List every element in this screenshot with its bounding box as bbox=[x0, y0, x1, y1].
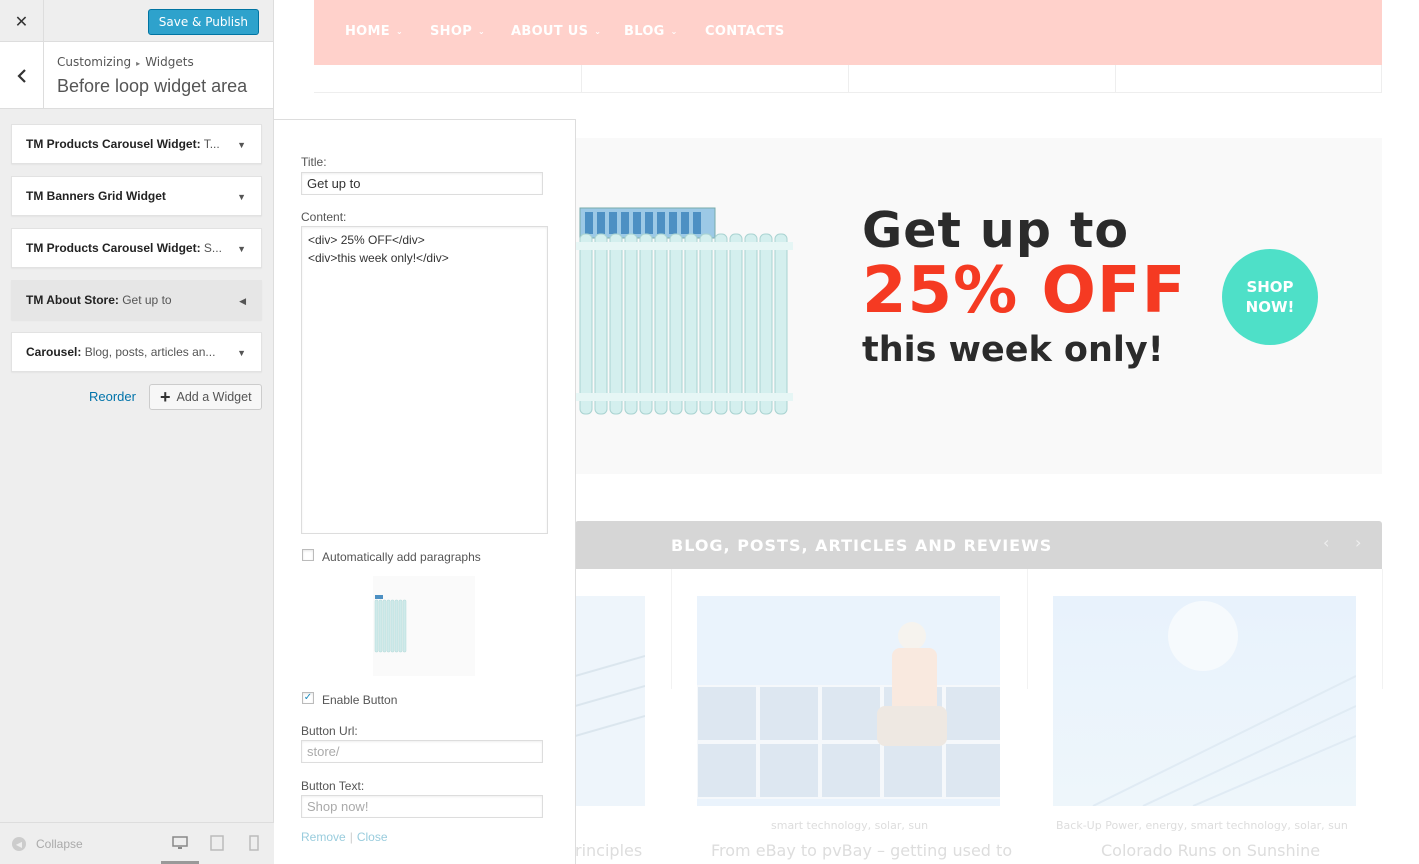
nav-item-home[interactable]: HOME ⌄ bbox=[345, 24, 403, 39]
back-button[interactable] bbox=[0, 42, 44, 109]
content-textarea[interactable]: <div> 25% OFF</div> <div>this week only!… bbox=[301, 226, 548, 534]
button-url-label: Button Url: bbox=[301, 724, 358, 738]
breadcrumb-current: Widgets bbox=[145, 55, 194, 69]
nav-item-shop[interactable]: SHOP ⌄ bbox=[430, 24, 485, 39]
widget-item-carousel-blog[interactable]: Carousel: Blog, posts, articles an... ▼ bbox=[11, 332, 262, 372]
tablet-preview-icon[interactable] bbox=[209, 835, 225, 851]
button-text-input[interactable]: Shop now! bbox=[301, 795, 543, 818]
post-image[interactable] bbox=[696, 596, 1006, 806]
widget-item-products-carousel-2[interactable]: TM Products Carousel Widget: S... ▼ bbox=[11, 228, 262, 268]
widget-subtitle: Get up to bbox=[118, 293, 172, 307]
close-customizer-button[interactable]: ✕ bbox=[0, 0, 44, 42]
mobile-preview-icon[interactable] bbox=[246, 835, 262, 851]
nav-item-contacts[interactable]: CONTACTS bbox=[705, 24, 785, 39]
radiator-image bbox=[575, 207, 793, 415]
caret-down-icon: ▼ bbox=[237, 244, 246, 254]
section-header: Customizing ▸ Widgets Before loop widget a… bbox=[0, 42, 273, 109]
chevron-down-icon: ⌄ bbox=[594, 27, 602, 36]
collapse-button[interactable]: ◀ Collapse bbox=[12, 837, 83, 851]
caret-left-icon: ◀ bbox=[239, 296, 246, 306]
auto-paragraphs-checkbox[interactable] bbox=[302, 549, 314, 561]
caret-down-icon: ▼ bbox=[237, 348, 246, 358]
widget-actions: Remove | Close bbox=[301, 830, 388, 844]
post-title[interactable]: Colorado Runs on Sunshine bbox=[1101, 841, 1320, 860]
checkmark-icon: ✓ bbox=[303, 692, 313, 703]
widget-item-banners-grid[interactable]: TM Banners Grid Widget ▼ bbox=[11, 176, 262, 216]
save-publish-button[interactable]: Save & Publish bbox=[147, 9, 259, 35]
post-meta: Back-Up Power, energy, smart technology,… bbox=[1056, 819, 1348, 832]
caret-down-icon: ▼ bbox=[237, 192, 246, 202]
customizer-footer: ◀ Collapse bbox=[0, 822, 274, 864]
shop-now-line2: NOW! bbox=[1245, 298, 1295, 316]
button-text-label: Button Text: bbox=[301, 779, 365, 793]
enable-button-label: Enable Button bbox=[322, 693, 398, 707]
nav-item-blog[interactable]: BLOG ⌄ bbox=[624, 24, 678, 39]
button-url-input[interactable]: store/ bbox=[301, 740, 543, 763]
desktop-preview-icon[interactable] bbox=[172, 835, 188, 851]
customizer-header: ✕ Save & Publish bbox=[0, 0, 273, 42]
breadcrumb: Customizing ▸ Widgets bbox=[57, 55, 194, 69]
remove-widget-link[interactable]: Remove bbox=[301, 830, 346, 844]
post-image[interactable] bbox=[1053, 596, 1357, 807]
close-icon: ✕ bbox=[14, 11, 29, 31]
customizer-sidebar: ✕ Save & Publish Customizing ▸ Widgets Bef… bbox=[0, 0, 274, 864]
nav-item-about-us[interactable]: ABOUT US ⌄ bbox=[511, 24, 601, 39]
widget-item-products-carousel-1[interactable]: TM Products Carousel Widget: T... ▼ bbox=[11, 124, 262, 164]
banner-discount: 25% OFF bbox=[862, 254, 1187, 328]
post-meta: smart technology, solar, sun bbox=[771, 819, 929, 832]
shop-now-line1: SHOP bbox=[1246, 278, 1294, 296]
widget-title: TM Products Carousel Widget: bbox=[26, 137, 201, 151]
chevron-down-icon: ⌄ bbox=[395, 27, 403, 36]
widget-subtitle: S... bbox=[200, 241, 222, 255]
post-title[interactable]: From eBay to pvBay – getting used to bbox=[711, 841, 1012, 860]
banner-headline: Get up to bbox=[862, 202, 1130, 259]
title-input[interactable]: Get up to bbox=[301, 172, 543, 195]
chevron-down-icon: ⌄ bbox=[478, 27, 486, 36]
breadcrumb-root: Customizing bbox=[57, 55, 132, 69]
widget-title: TM Banners Grid Widget bbox=[26, 189, 166, 203]
blog-carousel-header: BLOG, POSTS, ARTICLES AND REVIEWS ‹ › bbox=[575, 521, 1382, 569]
widget-settings-form: Title: Get up to Content: <div> 25% OFF<… bbox=[274, 119, 576, 864]
add-widget-button[interactable]: + Add a Widget bbox=[149, 384, 262, 410]
close-widget-link[interactable]: Close bbox=[357, 830, 388, 844]
enable-button-checkbox[interactable]: ✓ bbox=[302, 692, 314, 704]
link-separator: | bbox=[349, 830, 353, 844]
shop-now-button[interactable]: SHOP NOW! bbox=[1222, 249, 1318, 345]
chevron-left-icon bbox=[16, 68, 26, 83]
collapse-label: Collapse bbox=[36, 837, 83, 851]
caret-down-icon: ▼ bbox=[237, 140, 246, 150]
plus-icon: + bbox=[160, 387, 171, 407]
banner-thumbnail bbox=[373, 576, 475, 676]
widget-title: TM About Store: bbox=[26, 293, 119, 307]
widget-title: Carousel: bbox=[26, 345, 82, 359]
blog-carousel: smart technology, solar, sun Back-Up Pow… bbox=[574, 569, 1383, 864]
blog-section-title: BLOG, POSTS, ARTICLES AND REVIEWS bbox=[671, 536, 1053, 555]
chevron-down-icon: ⌄ bbox=[670, 27, 678, 36]
title-label: Title: bbox=[301, 155, 327, 169]
content-label: Content: bbox=[301, 210, 347, 224]
reorder-link[interactable]: Reorder bbox=[89, 389, 136, 404]
post-image[interactable] bbox=[574, 596, 646, 806]
auto-paragraphs-label: Automatically add paragraphs bbox=[322, 550, 481, 564]
main-navigation: HOME ⌄ SHOP ⌄ ABOUT US ⌄ BLOG ⌄ CONTACTS bbox=[314, 0, 1382, 65]
widget-title: TM Products Carousel Widget: bbox=[26, 241, 201, 255]
collapse-arrow-icon: ◀ bbox=[12, 837, 26, 851]
banner-subline: this week only! bbox=[862, 330, 1164, 370]
carousel-next-icon[interactable]: › bbox=[1355, 533, 1361, 552]
nav-subbar bbox=[314, 65, 1382, 93]
carousel-prev-icon[interactable]: ‹ bbox=[1323, 533, 1329, 552]
widget-subtitle: T... bbox=[200, 137, 220, 151]
add-widget-label: Add a Widget bbox=[176, 390, 252, 404]
post-title[interactable]: rinciples bbox=[575, 841, 642, 860]
widget-item-about-store[interactable]: TM About Store: Get up to ◀ bbox=[11, 280, 262, 320]
breadcrumb-arrow-icon: ▸ bbox=[136, 59, 141, 68]
widget-subtitle: Blog, posts, articles an... bbox=[81, 345, 216, 359]
section-title: Before loop widget area bbox=[57, 76, 248, 96]
